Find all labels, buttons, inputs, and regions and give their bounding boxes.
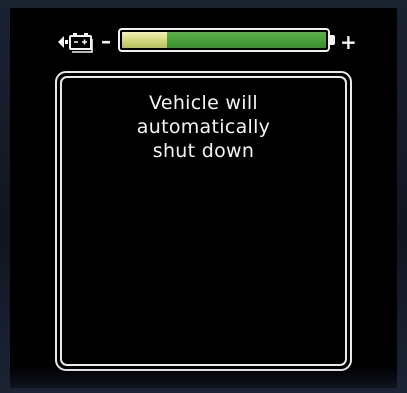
gauge-plus-label: +: [340, 30, 357, 54]
battery-charge-gauge: [118, 28, 330, 52]
gauge-minus-label: –: [101, 29, 111, 53]
display-screen: – + Vehicle will automatically shut down: [10, 8, 397, 388]
vehicle-battery-icon: [58, 33, 93, 53]
warning-message-line-2: automatically: [136, 116, 271, 138]
warning-message-line-1: Vehicle will: [149, 92, 258, 114]
warning-message-line-3: shut down: [152, 140, 255, 162]
screen-bottom-glow: [10, 366, 397, 388]
battery-gauge-fill: [122, 32, 167, 48]
display-bezel: – + Vehicle will automatically shut down: [0, 0, 407, 393]
battery-gauge-terminal: [330, 35, 335, 45]
battery-gauge-track: [122, 32, 326, 48]
warning-message: Vehicle will automatically shut down: [57, 91, 350, 163]
